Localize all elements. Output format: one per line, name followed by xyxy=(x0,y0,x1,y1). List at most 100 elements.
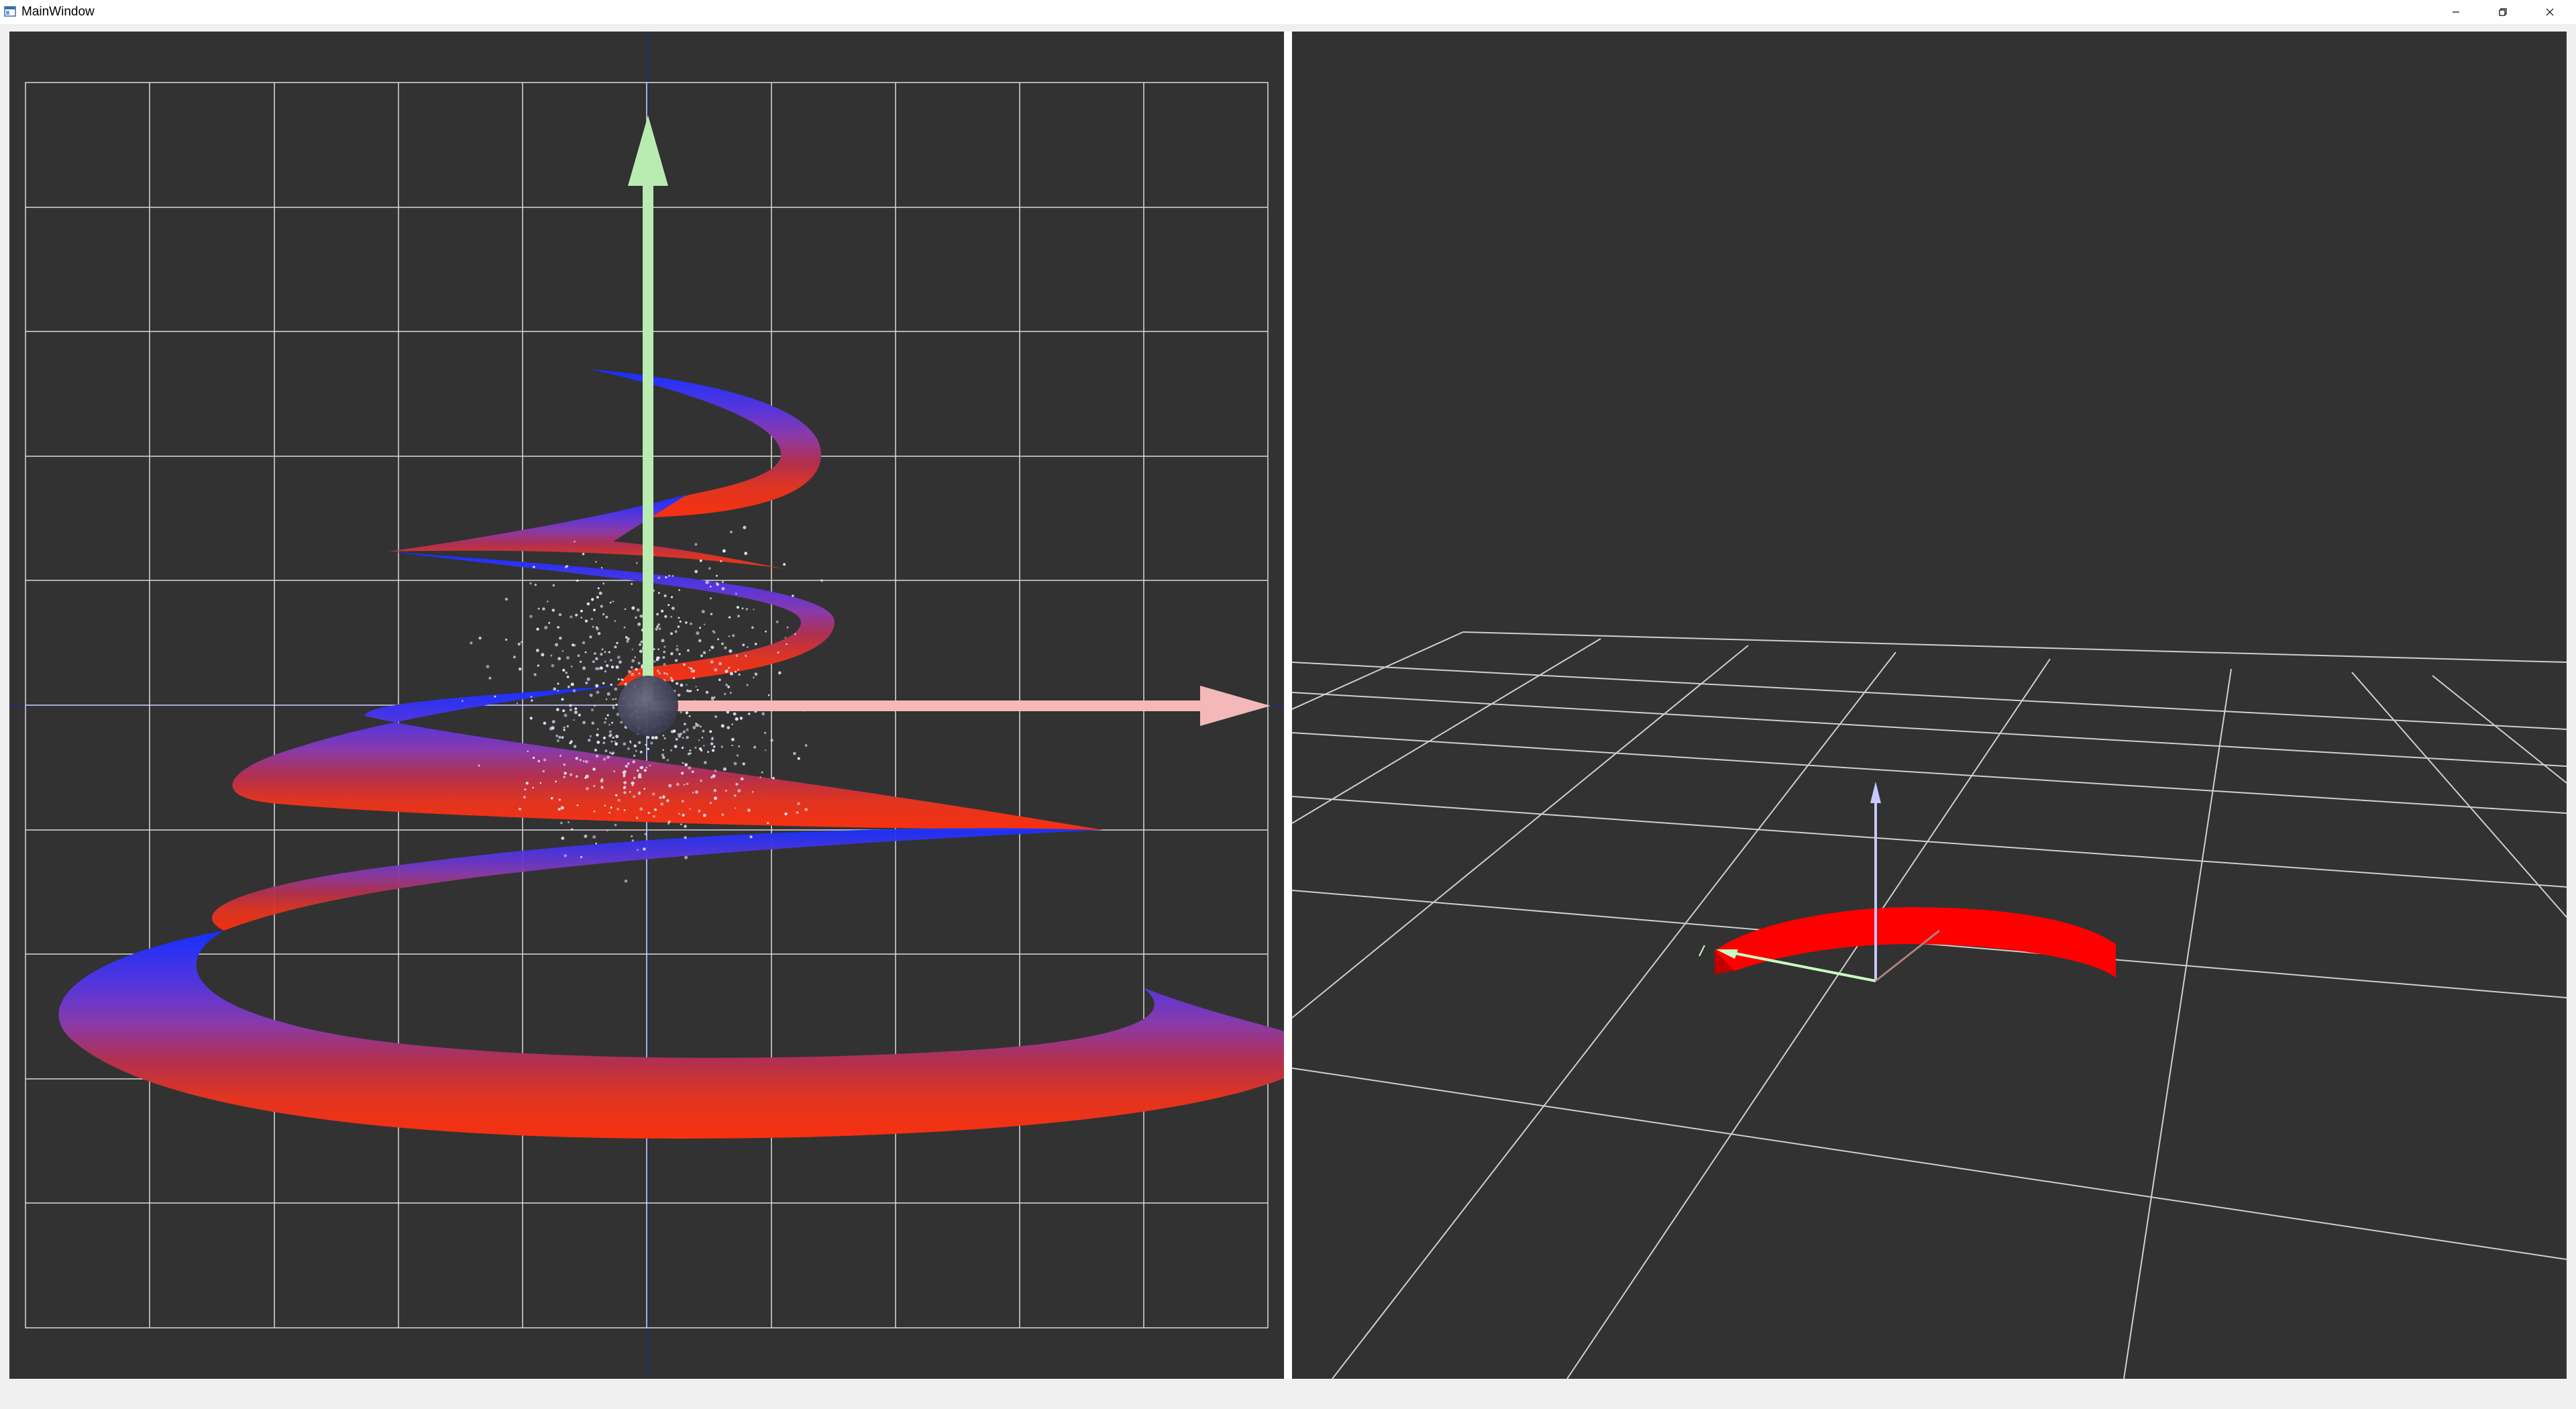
particle xyxy=(715,582,718,584)
particle xyxy=(591,721,595,725)
particle xyxy=(573,643,576,647)
particle xyxy=(551,664,555,668)
particle xyxy=(662,755,665,760)
particle xyxy=(634,656,636,658)
front-view-scene[interactable] xyxy=(9,32,1284,1379)
particle xyxy=(702,813,706,817)
restore-button[interactable] xyxy=(2479,0,2526,24)
particle xyxy=(663,594,667,598)
particle xyxy=(562,668,566,672)
particle xyxy=(572,689,576,692)
particle xyxy=(535,649,539,652)
particle xyxy=(792,594,794,597)
particle xyxy=(696,631,700,635)
particle xyxy=(689,749,692,751)
particle xyxy=(683,784,686,786)
particle xyxy=(649,764,651,767)
particle xyxy=(720,745,723,748)
particle xyxy=(688,715,691,717)
particle xyxy=(722,767,727,771)
y-axis-arrow xyxy=(628,115,668,702)
particle xyxy=(623,774,626,778)
particle xyxy=(612,698,614,700)
particle xyxy=(712,630,714,633)
close-button[interactable] xyxy=(2526,0,2573,24)
particle xyxy=(662,656,665,659)
particle xyxy=(488,676,492,680)
particle xyxy=(638,741,641,745)
particle xyxy=(669,749,673,751)
particle xyxy=(589,635,592,639)
particle xyxy=(604,717,607,720)
particle xyxy=(678,653,681,656)
particle xyxy=(653,660,656,663)
particle xyxy=(794,633,796,635)
particle xyxy=(595,626,598,629)
particle xyxy=(684,825,687,829)
particle xyxy=(694,746,697,749)
particle xyxy=(710,802,712,804)
particle xyxy=(639,750,643,753)
particle xyxy=(602,613,605,616)
particle xyxy=(623,770,627,774)
particle xyxy=(582,760,585,762)
minimize-button[interactable] xyxy=(2432,0,2479,24)
particle xyxy=(547,601,549,603)
particle xyxy=(644,769,646,772)
particle xyxy=(682,800,684,802)
particle xyxy=(677,733,680,735)
particle xyxy=(682,730,686,734)
particle xyxy=(524,788,527,790)
particle xyxy=(722,725,724,727)
particle xyxy=(735,670,737,673)
particle xyxy=(575,613,578,617)
particle xyxy=(735,782,739,786)
particle xyxy=(645,743,647,746)
particle xyxy=(763,731,767,734)
particle xyxy=(518,807,522,811)
particle xyxy=(600,605,603,608)
perspective-view-scene[interactable] xyxy=(1292,32,2567,1379)
particle xyxy=(631,672,635,676)
particle xyxy=(525,782,529,785)
particle xyxy=(533,566,535,568)
particle xyxy=(542,770,545,773)
particle xyxy=(611,721,613,724)
particle xyxy=(731,737,735,741)
particle xyxy=(731,744,733,747)
particle xyxy=(751,790,754,793)
particle xyxy=(629,741,632,744)
particle xyxy=(664,615,667,618)
particle xyxy=(557,690,559,692)
particle xyxy=(561,650,564,652)
particle xyxy=(725,683,729,686)
particle xyxy=(486,665,490,668)
front-view-3d[interactable] xyxy=(9,32,1284,1379)
particle xyxy=(478,764,480,767)
particle xyxy=(568,821,570,823)
particle xyxy=(676,647,679,651)
particle xyxy=(721,587,725,590)
particle xyxy=(739,717,743,720)
particle xyxy=(612,601,614,603)
particle xyxy=(575,775,578,778)
particle xyxy=(557,808,561,811)
status-bar xyxy=(0,1379,2576,1409)
particle xyxy=(573,745,577,748)
particle xyxy=(593,811,596,813)
particle xyxy=(597,667,600,670)
particle xyxy=(632,760,635,764)
restore-icon xyxy=(2499,8,2507,16)
particle xyxy=(615,665,619,669)
particle xyxy=(753,745,757,749)
particle xyxy=(731,723,733,725)
perspective-view-3d[interactable] xyxy=(1292,32,2567,1379)
particle xyxy=(610,740,613,743)
view-splitter[interactable] xyxy=(1284,32,1292,1379)
particle xyxy=(775,620,779,624)
particle xyxy=(735,807,737,809)
particle xyxy=(702,651,706,655)
particle xyxy=(670,653,673,656)
particle xyxy=(656,625,659,628)
particle xyxy=(671,679,674,682)
